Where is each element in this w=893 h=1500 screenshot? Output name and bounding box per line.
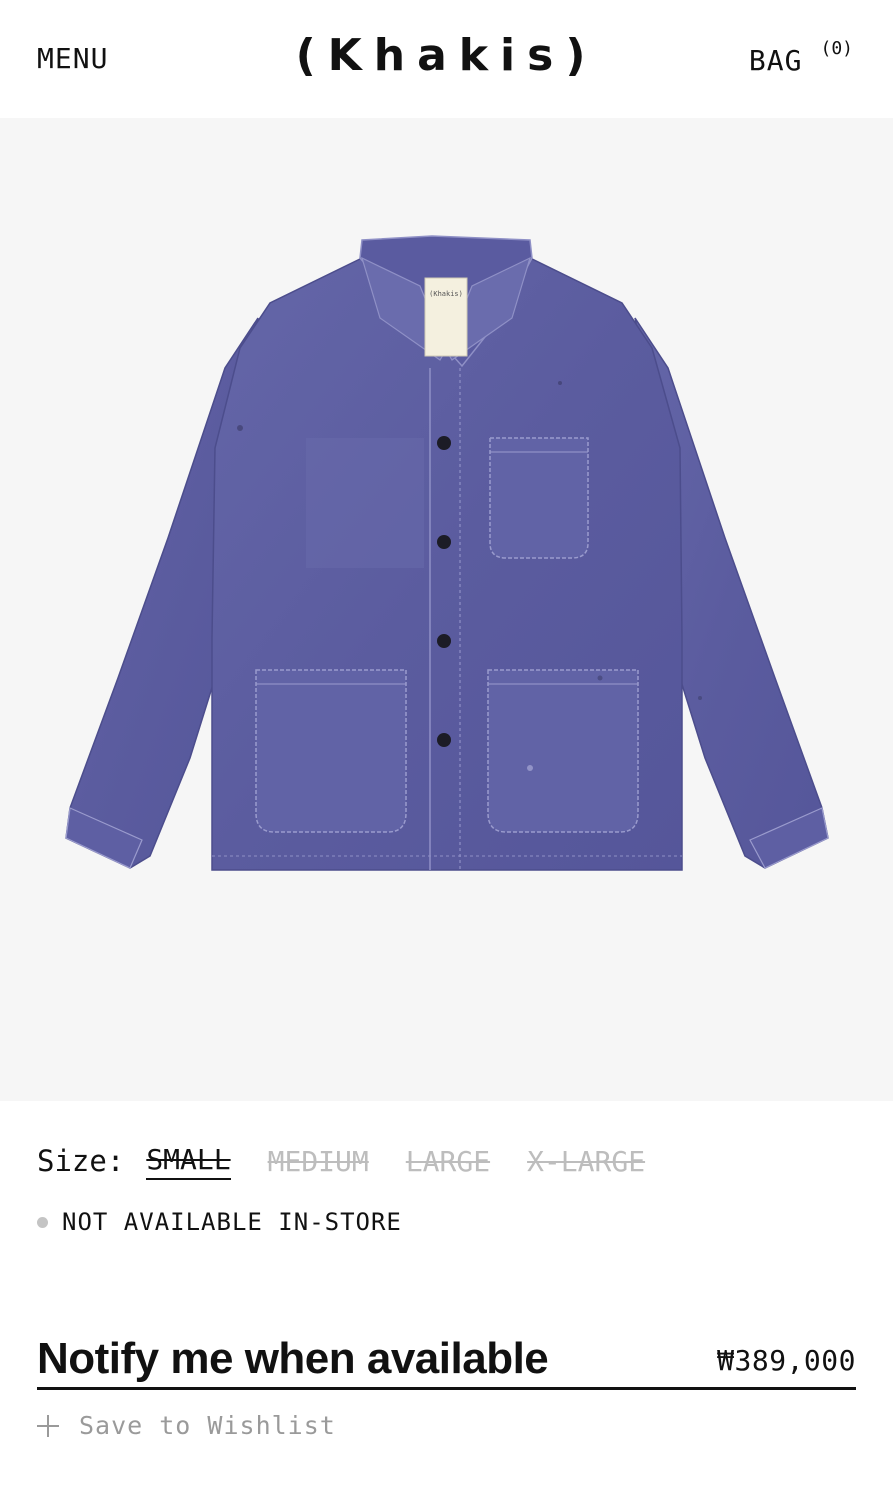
size-option-medium[interactable]: MEDIUM xyxy=(268,1145,369,1178)
purchase-row: Notify me when available ₩389,000 xyxy=(37,1334,856,1390)
site-header: MENU (Khakis) BAG (0) xyxy=(0,0,893,118)
right-pocket xyxy=(487,669,639,833)
size-label: Size: xyxy=(37,1144,125,1178)
stock-status: NOT AVAILABLE IN-STORE xyxy=(37,1208,402,1236)
product-image[interactable]: (Khakis) xyxy=(0,118,893,1101)
svg-text:(Khakis): (Khakis) xyxy=(429,290,463,298)
wishlist-label: Save to Wishlist xyxy=(79,1411,336,1440)
bag-count: (0) xyxy=(820,38,853,59)
stock-status-text: NOT AVAILABLE IN-STORE xyxy=(62,1208,402,1236)
size-option-small[interactable]: SMALL xyxy=(146,1143,231,1180)
left-pocket xyxy=(255,669,407,833)
notify-button[interactable]: Notify me when available xyxy=(37,1334,549,1384)
size-selector: Size: SMALL MEDIUM LARGE X-LARGE xyxy=(37,1141,682,1181)
size-option-large[interactable]: LARGE xyxy=(406,1145,490,1178)
jacket-photo: (Khakis) xyxy=(65,235,829,871)
status-dot-icon xyxy=(37,1216,48,1228)
bag-button[interactable]: BAG (0) xyxy=(749,38,853,77)
wishlist-button[interactable]: Save to Wishlist xyxy=(37,1411,336,1440)
product-price: ₩389,000 xyxy=(717,1344,856,1377)
chest-pocket xyxy=(489,437,589,559)
size-option-x-large[interactable]: X-LARGE xyxy=(527,1145,645,1178)
bag-label: BAG xyxy=(748,44,803,77)
plus-icon xyxy=(37,1414,59,1437)
